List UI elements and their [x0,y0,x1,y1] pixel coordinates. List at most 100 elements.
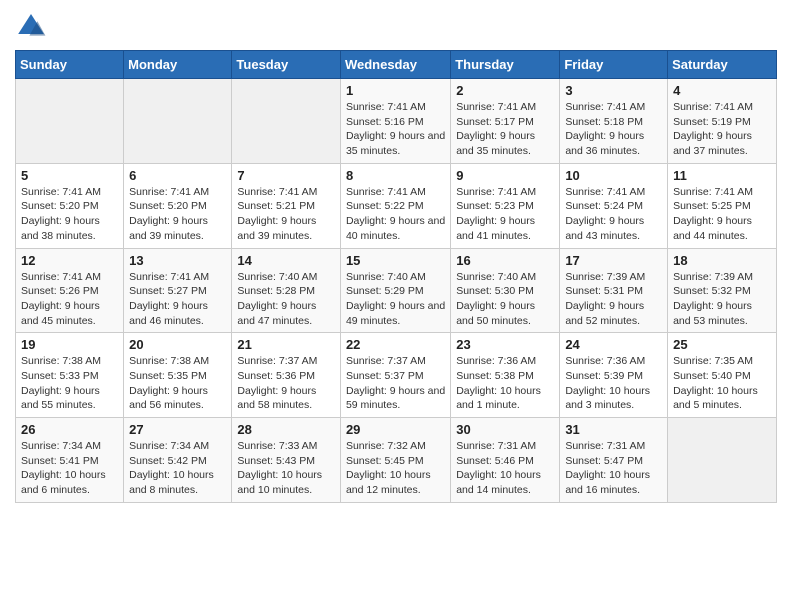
day-number: 12 [21,253,118,268]
day-number: 6 [129,168,226,183]
logo [15,10,51,42]
day-header-saturday: Saturday [668,51,777,79]
day-info: Sunrise: 7:41 AMSunset: 5:27 PMDaylight:… [129,270,226,329]
day-number: 31 [565,422,662,437]
day-info: Sunrise: 7:38 AMSunset: 5:35 PMDaylight:… [129,354,226,413]
day-info: Sunrise: 7:31 AMSunset: 5:47 PMDaylight:… [565,439,662,498]
day-number: 13 [129,253,226,268]
day-number: 4 [673,83,771,98]
day-info: Sunrise: 7:39 AMSunset: 5:32 PMDaylight:… [673,270,771,329]
calendar-cell: 22 Sunrise: 7:37 AMSunset: 5:37 PMDayligh… [340,333,450,418]
day-number: 18 [673,253,771,268]
day-number: 2 [456,83,554,98]
calendar-cell: 16 Sunrise: 7:40 AMSunset: 5:30 PMDayligh… [451,248,560,333]
logo-icon [15,10,47,42]
day-info: Sunrise: 7:34 AMSunset: 5:41 PMDaylight:… [21,439,118,498]
day-info: Sunrise: 7:40 AMSunset: 5:28 PMDaylight:… [237,270,335,329]
calendar-cell: 8Sunrise: 7:41 AMSunset: 5:22 PMDaylight… [340,163,450,248]
calendar-cell: 17Sunrise: 7:39 AMSunset: 5:31 PMDayligh… [560,248,668,333]
day-info: Sunrise: 7:41 AMSunset: 5:25 PMDaylight:… [673,185,771,244]
day-number: 25 [673,337,771,352]
day-number: 5 [21,168,118,183]
day-number: 15 [346,253,445,268]
day-number: 10 [565,168,662,183]
calendar-cell: 28 Sunrise: 7:33 AMSunset: 5:43 PMDayligh… [232,418,341,503]
day-info: Sunrise: 7:41 AMSunset: 5:24 PMDaylight:… [565,185,662,244]
calendar-cell: 6Sunrise: 7:41 AMSunset: 5:20 PMDaylight… [124,163,232,248]
day-info: Sunrise: 7:37 AMSunset: 5:37 PMDaylight:… [346,354,445,413]
day-number: 7 [237,168,335,183]
calendar-cell: 3Sunrise: 7:41 AMSunset: 5:18 PMDaylight… [560,79,668,164]
day-info: Sunrise: 7:36 AMSunset: 5:39 PMDaylight:… [565,354,662,413]
day-number: 26 [21,422,118,437]
day-number: 16 [456,253,554,268]
calendar-cell: 13 Sunrise: 7:41 AMSunset: 5:27 PMDayligh… [124,248,232,333]
day-number: 22 [346,337,445,352]
page-header [15,10,777,42]
calendar-cell [668,418,777,503]
calendar-cell [232,79,341,164]
calendar-cell: 23Sunrise: 7:36 AMSunset: 5:38 PMDayligh… [451,333,560,418]
day-info: Sunrise: 7:41 AMSunset: 5:22 PMDaylight:… [346,185,445,244]
day-number: 9 [456,168,554,183]
calendar-cell: 20 Sunrise: 7:38 AMSunset: 5:35 PMDayligh… [124,333,232,418]
day-info: Sunrise: 7:32 AMSunset: 5:45 PMDaylight:… [346,439,445,498]
calendar-cell: 30 Sunrise: 7:31 AMSunset: 5:46 PMDayligh… [451,418,560,503]
day-info: Sunrise: 7:41 AMSunset: 5:23 PMDaylight:… [456,185,554,244]
week-row-3: 19 Sunrise: 7:38 AMSunset: 5:33 PMDayligh… [16,333,777,418]
day-info: Sunrise: 7:41 AMSunset: 5:16 PMDaylight:… [346,100,445,159]
calendar-table: SundayMondayTuesdayWednesdayThursdayFrid… [15,50,777,503]
calendar-header: SundayMondayTuesdayWednesdayThursdayFrid… [16,51,777,79]
day-header-wednesday: Wednesday [340,51,450,79]
day-number: 28 [237,422,335,437]
calendar-cell: 5Sunrise: 7:41 AMSunset: 5:20 PMDaylight… [16,163,124,248]
week-row-0: 1 Sunrise: 7:41 AMSunset: 5:16 PMDaylight… [16,79,777,164]
calendar-cell: 11 Sunrise: 7:41 AMSunset: 5:25 PMDayligh… [668,163,777,248]
calendar-cell: 31 Sunrise: 7:31 AMSunset: 5:47 PMDayligh… [560,418,668,503]
day-header-friday: Friday [560,51,668,79]
calendar-cell: 27 Sunrise: 7:34 AMSunset: 5:42 PMDayligh… [124,418,232,503]
calendar-cell: 19 Sunrise: 7:38 AMSunset: 5:33 PMDayligh… [16,333,124,418]
week-row-1: 5Sunrise: 7:41 AMSunset: 5:20 PMDaylight… [16,163,777,248]
week-row-2: 12 Sunrise: 7:41 AMSunset: 5:26 PMDayligh… [16,248,777,333]
day-header-sunday: Sunday [16,51,124,79]
day-info: Sunrise: 7:33 AMSunset: 5:43 PMDaylight:… [237,439,335,498]
day-number: 11 [673,168,771,183]
day-info: Sunrise: 7:41 AMSunset: 5:18 PMDaylight:… [565,100,662,159]
day-number: 20 [129,337,226,352]
day-info: Sunrise: 7:41 AMSunset: 5:21 PMDaylight:… [237,185,335,244]
calendar-body: 1 Sunrise: 7:41 AMSunset: 5:16 PMDaylight… [16,79,777,503]
day-number: 19 [21,337,118,352]
calendar-cell: 29 Sunrise: 7:32 AMSunset: 5:45 PMDayligh… [340,418,450,503]
calendar-cell: 12 Sunrise: 7:41 AMSunset: 5:26 PMDayligh… [16,248,124,333]
day-info: Sunrise: 7:41 AMSunset: 5:26 PMDaylight:… [21,270,118,329]
day-number: 29 [346,422,445,437]
header-row: SundayMondayTuesdayWednesdayThursdayFrid… [16,51,777,79]
day-number: 17 [565,253,662,268]
calendar-cell: 4Sunrise: 7:41 AMSunset: 5:19 PMDaylight… [668,79,777,164]
calendar-cell: 18 Sunrise: 7:39 AMSunset: 5:32 PMDayligh… [668,248,777,333]
day-header-thursday: Thursday [451,51,560,79]
calendar-cell: 21 Sunrise: 7:37 AMSunset: 5:36 PMDayligh… [232,333,341,418]
calendar-cell: 7 Sunrise: 7:41 AMSunset: 5:21 PMDaylight… [232,163,341,248]
week-row-4: 26 Sunrise: 7:34 AMSunset: 5:41 PMDayligh… [16,418,777,503]
day-number: 24 [565,337,662,352]
day-info: Sunrise: 7:40 AMSunset: 5:29 PMDaylight:… [346,270,445,329]
day-info: Sunrise: 7:38 AMSunset: 5:33 PMDaylight:… [21,354,118,413]
calendar-cell: 1 Sunrise: 7:41 AMSunset: 5:16 PMDaylight… [340,79,450,164]
calendar-cell: 14 Sunrise: 7:40 AMSunset: 5:28 PMDayligh… [232,248,341,333]
day-number: 30 [456,422,554,437]
day-number: 14 [237,253,335,268]
calendar-cell: 9 Sunrise: 7:41 AMSunset: 5:23 PMDaylight… [451,163,560,248]
day-info: Sunrise: 7:40 AMSunset: 5:30 PMDaylight:… [456,270,554,329]
calendar-cell: 26 Sunrise: 7:34 AMSunset: 5:41 PMDayligh… [16,418,124,503]
day-number: 1 [346,83,445,98]
day-number: 27 [129,422,226,437]
day-info: Sunrise: 7:34 AMSunset: 5:42 PMDaylight:… [129,439,226,498]
day-header-monday: Monday [124,51,232,79]
calendar-cell: 25Sunrise: 7:35 AMSunset: 5:40 PMDayligh… [668,333,777,418]
day-info: Sunrise: 7:31 AMSunset: 5:46 PMDaylight:… [456,439,554,498]
calendar-cell: 15 Sunrise: 7:40 AMSunset: 5:29 PMDayligh… [340,248,450,333]
day-number: 21 [237,337,335,352]
day-info: Sunrise: 7:37 AMSunset: 5:36 PMDaylight:… [237,354,335,413]
